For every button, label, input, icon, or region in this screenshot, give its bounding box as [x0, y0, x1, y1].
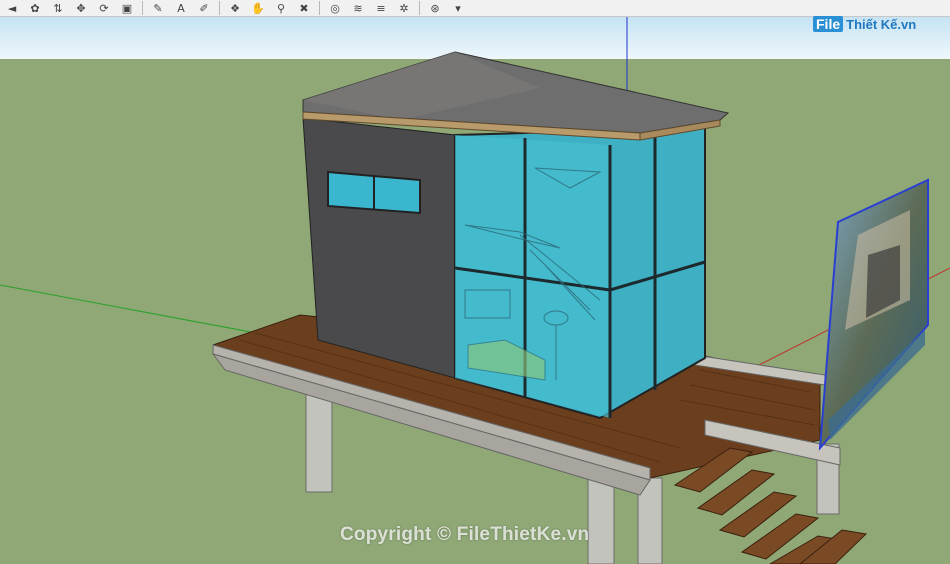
- sky: [0, 17, 950, 59]
- geo-location-icon[interactable]: ◎: [325, 1, 345, 16]
- logo-file-text: File: [813, 16, 844, 32]
- sandbox-icon[interactable]: ≋: [348, 1, 368, 16]
- paint-bucket-icon[interactable]: ✿: [25, 1, 45, 16]
- account-icon[interactable]: ⊛: [425, 1, 445, 16]
- move-icon[interactable]: ✥: [71, 1, 91, 16]
- 3d-viewport[interactable]: [0, 17, 950, 564]
- layers-icon[interactable]: ≡: [371, 1, 391, 16]
- scale-icon[interactable]: ▣: [117, 1, 137, 16]
- rotate-icon[interactable]: ⟳: [94, 1, 114, 16]
- tape-measure-icon[interactable]: ✎: [148, 1, 168, 16]
- pan-icon[interactable]: ✋: [248, 1, 268, 16]
- orbit-icon[interactable]: ❖: [225, 1, 245, 16]
- toolbar-separator: [142, 1, 143, 15]
- push-pull-icon[interactable]: ⇅: [48, 1, 68, 16]
- main-toolbar: ◄ ✿ ⇅ ✥ ⟳ ▣ ✎ A ✐ ❖ ✋ ⚲ ✖ ◎ ≋ ≡ ✲ ⊛ ▾: [0, 0, 950, 17]
- toolbar-separator: [319, 1, 320, 15]
- toolbar-separator: [419, 1, 420, 15]
- model-canvas[interactable]: [0, 17, 950, 564]
- lasso-icon[interactable]: ◄: [2, 1, 22, 16]
- logo-brand-text: Thiết Kế.vn: [846, 16, 917, 32]
- protractor-icon[interactable]: ✐: [194, 1, 214, 16]
- dropdown-icon[interactable]: ▾: [448, 1, 468, 16]
- zoom-icon[interactable]: ⚲: [271, 1, 291, 16]
- site-logo: File Thiết Kế.vn: [813, 16, 916, 32]
- zoom-extents-icon[interactable]: ✖: [294, 1, 314, 16]
- dimension-icon[interactable]: A: [171, 1, 191, 16]
- components-icon[interactable]: ✲: [394, 1, 414, 16]
- copyright-watermark: Copyright © FileThietKe.vn: [340, 524, 590, 545]
- toolbar-separator: [219, 1, 220, 15]
